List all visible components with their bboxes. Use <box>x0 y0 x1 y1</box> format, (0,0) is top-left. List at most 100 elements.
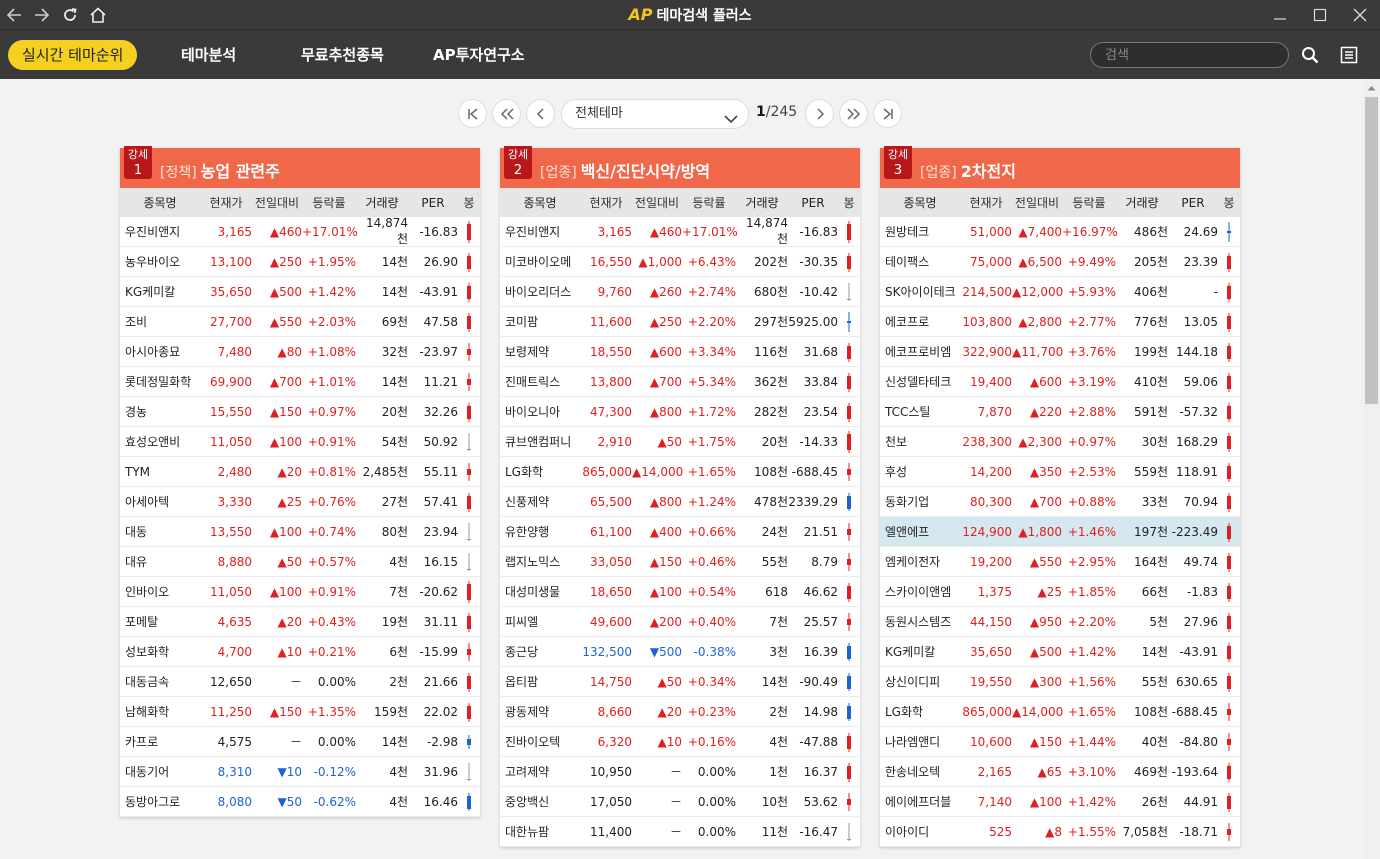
stock-row[interactable]: 엘앤에프 124,900 ▲1,800 +1.46% 197천 -223.49 <box>880 517 1240 547</box>
col-price-header[interactable]: 현재가 <box>200 194 252 211</box>
stock-row[interactable]: 대유 8,880 ▲50 +0.57% 4천 16.15 <box>120 547 480 577</box>
stock-row[interactable]: 바이오리더스 9,760 ▲260 +2.74% 680천 -10.42 <box>500 277 860 307</box>
stock-row[interactable]: 진바이오텍 6,320 ▲10 +0.16% 4천 -47.88 <box>500 727 860 757</box>
stock-name[interactable]: 엘앤에프 <box>880 523 960 540</box>
stock-row[interactable]: 남해화학 11,250 ▲150 +1.35% 159천 22.02 <box>120 697 480 727</box>
col-candle-header[interactable]: 봉 <box>838 188 860 217</box>
stock-name[interactable]: 신성델타테크 <box>880 373 960 390</box>
stock-row[interactable]: 유한양행 61,100 ▲400 +0.66% 24천 21.51 <box>500 517 860 547</box>
stock-name[interactable]: 롯데정밀화학 <box>120 373 200 390</box>
stock-row[interactable]: 동방아그로 8,080 ▼50 -0.62% 4천 16.46 <box>120 787 480 817</box>
stock-name[interactable]: 나라엠앤디 <box>880 733 960 750</box>
stock-row[interactable]: SK아이이테크 214,500 ▲12,000 +5.93% 406천 - <box>880 277 1240 307</box>
stock-name[interactable]: 대한뉴팜 <box>500 823 580 840</box>
stock-name[interactable]: TYM <box>120 465 200 479</box>
stock-name[interactable]: 바이오리더스 <box>500 283 580 300</box>
stock-name[interactable]: 우진비앤지 <box>120 223 200 240</box>
stock-row[interactable]: 효성오앤비 11,050 ▲100 +0.91% 54천 50.92 <box>120 427 480 457</box>
col-rate-header[interactable]: 등락률 <box>682 194 736 211</box>
stock-row[interactable]: 보령제약 18,550 ▲600 +3.34% 116천 31.68 <box>500 337 860 367</box>
stock-name[interactable]: 카프로 <box>120 733 200 750</box>
stock-name[interactable]: 남해화학 <box>120 703 200 720</box>
stock-name[interactable]: 한송네오텍 <box>880 763 960 780</box>
stock-name[interactable]: 후성 <box>880 463 960 480</box>
stock-row[interactable]: 대동금속 12,650 － 0.00% 2천 21.66 <box>120 667 480 697</box>
stock-name[interactable]: 보령제약 <box>500 343 580 360</box>
next-ten-button[interactable] <box>839 99 868 128</box>
stock-row[interactable]: 대성미생물 18,650 ▲100 +0.54% 618 46.62 <box>500 577 860 607</box>
col-candle-header[interactable]: 봉 <box>1218 188 1240 217</box>
stock-row[interactable]: 대한뉴팜 11,400 － 0.00% 11천 -16.47 <box>500 817 860 847</box>
col-change-header[interactable]: 전일대비 <box>1012 194 1062 211</box>
stock-name[interactable]: 바이오니아 <box>500 403 580 420</box>
panel-header[interactable]: 강세 1 [정책] 농업 관련주 <box>120 146 480 188</box>
scroll-thumb[interactable] <box>1365 97 1378 404</box>
col-volume-header[interactable]: 거래량 <box>1116 194 1168 211</box>
close-icon[interactable] <box>1340 0 1380 29</box>
theme-title[interactable]: [정책] 농업 관련주 <box>160 158 280 182</box>
stock-row[interactable]: 아세아텍 3,330 ▲25 +0.76% 27천 57.41 <box>120 487 480 517</box>
stock-row[interactable]: KG케미칼 35,650 ▲500 +1.42% 14천 -43.91 <box>120 277 480 307</box>
stock-name[interactable]: 대동기어 <box>120 763 200 780</box>
stock-row[interactable]: 에이에프더블 7,140 ▲100 +1.42% 26천 44.91 <box>880 787 1240 817</box>
stock-row[interactable]: 이아이디 525 ▲8 +1.55% 7,058천 -18.71 <box>880 817 1240 847</box>
col-rate-header[interactable]: 등락률 <box>1062 194 1116 211</box>
stock-row[interactable]: 피씨엘 49,600 ▲200 +0.40% 7천 25.57 <box>500 607 860 637</box>
stock-name[interactable]: 대동금속 <box>120 673 200 690</box>
stock-name[interactable]: 진바이오텍 <box>500 733 580 750</box>
stock-name[interactable]: 스카이이앤엠 <box>880 583 960 600</box>
stock-name[interactable]: 포메탈 <box>120 613 200 630</box>
col-volume-header[interactable]: 거래량 <box>736 194 788 211</box>
stock-row[interactable]: 미코바이오메 16,550 ▲1,000 +6.43% 202천 -30.35 <box>500 247 860 277</box>
stock-row[interactable]: KG케미칼 35,650 ▲500 +1.42% 14천 -43.91 <box>880 637 1240 667</box>
col-name-header[interactable]: 종목명 <box>880 194 960 211</box>
stock-row[interactable]: 성보화학 4,700 ▲10 +0.21% 6천 -15.99 <box>120 637 480 667</box>
stock-row[interactable]: 후성 14,200 ▲350 +2.53% 559천 118.91 <box>880 457 1240 487</box>
stock-row[interactable]: 포메탈 4,635 ▲20 +0.43% 19천 31.11 <box>120 607 480 637</box>
col-per-header[interactable]: PER <box>408 196 458 210</box>
stock-row[interactable]: 종근당 132,500 ▼500 -0.38% 3천 16.39 <box>500 637 860 667</box>
stock-row[interactable]: 상신이디피 19,550 ▲300 +1.56% 55천 630.65 <box>880 667 1240 697</box>
stock-row[interactable]: 우진비앤지 3,165 ▲460 +17.01% 14,874천 -16.83 <box>120 216 480 247</box>
stock-row[interactable]: TCC스틸 7,870 ▲220 +2.88% 591천 -57.32 <box>880 397 1240 427</box>
panel-header[interactable]: 강세 3 [업종] 2차전지 <box>880 146 1240 188</box>
col-change-header[interactable]: 전일대비 <box>632 194 682 211</box>
nav-free-picks[interactable]: 무료추천종목 <box>301 40 384 70</box>
col-name-header[interactable]: 종목명 <box>500 194 580 211</box>
stock-row[interactable]: LG화학 865,000 ▲14,000 +1.65% 108천 -688.45 <box>880 697 1240 727</box>
col-candle-header[interactable]: 봉 <box>458 188 480 217</box>
stock-row[interactable]: 나라엠앤디 10,600 ▲150 +1.44% 40천 -84.80 <box>880 727 1240 757</box>
stock-name[interactable]: 신풍제약 <box>500 493 580 510</box>
stock-name[interactable]: LG화학 <box>880 703 960 720</box>
stock-row[interactable]: 고려제약 10,950 － 0.00% 1천 16.37 <box>500 757 860 787</box>
stock-row[interactable]: 스카이이앤엠 1,375 ▲25 +1.85% 66천 -1.83 <box>880 577 1240 607</box>
stock-name[interactable]: 큐브앤컴퍼니 <box>500 433 580 450</box>
stock-row[interactable]: 조비 27,700 ▲550 +2.03% 69천 47.58 <box>120 307 480 337</box>
col-rate-header[interactable]: 등락률 <box>302 194 356 211</box>
stock-row[interactable]: 아시아종묘 7,480 ▲80 +1.08% 32천 -23.97 <box>120 337 480 367</box>
prev-ten-button[interactable] <box>492 99 521 128</box>
stock-row[interactable]: 한송네오텍 2,165 ▲65 +3.10% 469천 -193.64 <box>880 757 1240 787</box>
stock-name[interactable]: 조비 <box>120 313 200 330</box>
stock-name[interactable]: 인바이오 <box>120 583 200 600</box>
stock-row[interactable]: 농우바이오 13,100 ▲250 +1.95% 14천 26.90 <box>120 247 480 277</box>
stock-name[interactable]: 코미팜 <box>500 313 580 330</box>
stock-row[interactable]: 큐브앤컴퍼니 2,910 ▲50 +1.75% 20천 -14.33 <box>500 427 860 457</box>
stock-row[interactable]: 코미팜 11,600 ▲250 +2.20% 297천 5925.00 <box>500 307 860 337</box>
col-per-header[interactable]: PER <box>788 196 838 210</box>
stock-row[interactable]: LG화학 865,000 ▲14,000 +1.65% 108천 -688.45 <box>500 457 860 487</box>
stock-name[interactable]: 테이팩스 <box>880 253 960 270</box>
scroll-up-arrow-icon[interactable] <box>1363 79 1380 96</box>
col-change-header[interactable]: 전일대비 <box>252 194 302 211</box>
stock-name[interactable]: 상신이디피 <box>880 673 960 690</box>
search-icon[interactable] <box>1299 44 1321 66</box>
stock-name[interactable]: 대성미생물 <box>500 583 580 600</box>
col-per-header[interactable]: PER <box>1168 196 1218 210</box>
theme-title[interactable]: [업종] 2차전지 <box>920 158 1016 182</box>
stock-name[interactable]: 엠케이전자 <box>880 553 960 570</box>
stock-row[interactable]: 동원시스템즈 44,150 ▲950 +2.20% 5천 27.96 <box>880 607 1240 637</box>
stock-name[interactable]: KG케미칼 <box>880 643 960 660</box>
stock-name[interactable]: 에이에프더블 <box>880 793 960 810</box>
stock-row[interactable]: 바이오니아 47,300 ▲800 +1.72% 282천 23.54 <box>500 397 860 427</box>
stock-name[interactable]: 대동 <box>120 523 200 540</box>
